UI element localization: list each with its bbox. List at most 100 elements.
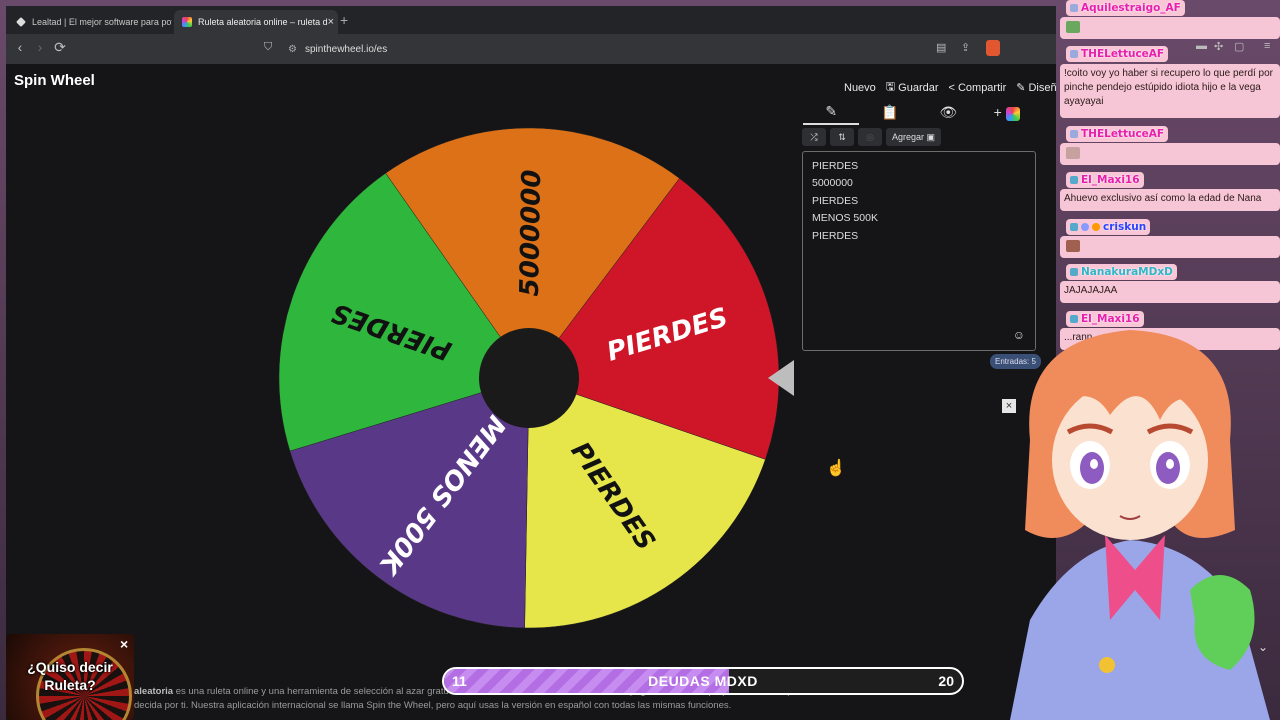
chat-user-name: THELettuceAF	[1081, 48, 1165, 60]
close-tab-icon[interactable]: ×	[328, 16, 334, 28]
stream-chat: Aquilestraigo_AF THELettuceAF !coito voy…	[1058, 0, 1280, 360]
chevron-down-icon[interactable]: ⌄	[1258, 640, 1268, 654]
brave-shields-icon[interactable]	[986, 40, 1000, 56]
pencil-icon: ✎	[1016, 82, 1026, 94]
emote-icon	[1066, 21, 1080, 33]
bookmark-icon[interactable]: ⛉	[264, 41, 272, 54]
chat-username: El_Maxi16	[1066, 172, 1144, 188]
tab-title: Lealtad | El mejor software para pote	[32, 17, 172, 27]
results-tab-clipboard-icon[interactable]: 📋	[862, 104, 918, 124]
top-nav: Nuevo 🖫 Guardar < Compartir ✎ Diseñ	[844, 78, 1056, 97]
add-image-button[interactable]: Agregar ▣	[886, 128, 942, 146]
address-bar: ‹ › ⟳ ⛉ ⚙ spinthewheel.io/es ▤ ⇪	[6, 34, 1056, 64]
tab-lealtad[interactable]: Lealtad | El mejor software para pote	[8, 10, 172, 34]
badge-icon	[1070, 223, 1078, 231]
share-icon: <	[948, 81, 955, 94]
badge-icon	[1070, 268, 1078, 276]
chat-message	[1060, 143, 1280, 165]
browser-window: Lealtad | El mejor software para pote Ru…	[6, 6, 1056, 720]
chat-user-name: Aquilestraigo_AF	[1081, 2, 1181, 14]
chat-username: Aquilestraigo_AF	[1066, 0, 1185, 16]
reader-mode-icon[interactable]: ▤	[936, 41, 946, 54]
reload-icon[interactable]: ⟳	[50, 39, 70, 56]
promo-line1: ¿Quiso decir	[27, 659, 113, 675]
new-tab-button[interactable]: +	[340, 12, 348, 28]
chat-username: NanakuraMDxD	[1066, 264, 1177, 280]
chat-user-name: criskun	[1103, 221, 1147, 233]
emote-icon	[1066, 147, 1080, 159]
editor-tabs: ✎ 📋 👁 +	[802, 102, 1036, 126]
chat-user-name: NanakuraMDxD	[1081, 266, 1173, 278]
wheel-hub[interactable]	[479, 328, 579, 428]
spinwheel-page: Spin Wheel Nuevo 🖫 Guardar < Compartir ✎ Di…	[6, 64, 1056, 720]
chat-message: Ahuevo exclusivo así como la edad de Nan…	[1060, 189, 1280, 211]
chat-username: criskun	[1066, 219, 1151, 235]
badge-icon	[1081, 223, 1089, 231]
chat-message	[1060, 236, 1280, 258]
badge-icon	[1092, 223, 1100, 231]
site-logo[interactable]: Spin Wheel	[14, 72, 95, 89]
sort-icon[interactable]: ⇅	[830, 128, 854, 146]
badge-icon	[1070, 4, 1078, 12]
nav-save-button[interactable]: 🖫 Guardar	[886, 78, 939, 97]
site-info-icon[interactable]: ⚙	[288, 44, 297, 55]
close-promo-icon[interactable]: ×	[120, 636, 128, 652]
nav-label: Compartir	[957, 81, 1007, 94]
image-icon: ▣	[926, 131, 936, 142]
chat-user-name: THELettuceAF	[1081, 128, 1165, 140]
entry-line: PIERDES	[812, 194, 859, 207]
chat-username: THELettuceAF	[1066, 126, 1169, 142]
entry-line: PIERDES	[812, 229, 859, 242]
nav-label: Guardar	[898, 81, 939, 94]
color-wheel-icon	[1005, 106, 1020, 121]
tab-title: Ruleta aleatoria online – ruleta d	[198, 17, 328, 27]
entry-line: PIERDES	[812, 160, 859, 172]
shuffle-icon[interactable]: ⤮	[802, 128, 826, 146]
lealtad-favicon-icon	[16, 17, 26, 27]
back-icon[interactable]: ‹	[10, 39, 30, 55]
chat-user-name: El_Maxi16	[1081, 174, 1140, 186]
chat-username: THELettuceAF	[1066, 46, 1169, 62]
tab-spinthewheel[interactable]: Ruleta aleatoria online – ruleta d ×	[174, 10, 338, 34]
debt-title: DEUDAS MDXD	[648, 673, 758, 689]
share-icon[interactable]: ⇪	[961, 41, 970, 54]
target-icon[interactable]: ◎	[858, 128, 882, 146]
debt-goal: 20	[938, 673, 954, 689]
badge-icon	[1070, 176, 1078, 184]
add-image-label: Agregar	[892, 132, 925, 142]
promo-text: ¿Quiso decir Ruleta?	[6, 658, 134, 694]
entry-line: 5000000	[812, 177, 853, 190]
roulette-promo[interactable]: ¿Quiso decir Ruleta?	[6, 634, 134, 720]
nav-design-button[interactable]: ✎ Diseñ	[1016, 78, 1056, 97]
debt-progress-bar: 11 DEUDAS MDXD 20	[442, 667, 964, 695]
chat-message	[1060, 17, 1280, 39]
forward-icon[interactable]: ›	[30, 39, 50, 55]
spin-wheel[interactable]: 5000000PIERDESPIERDESMENOS 500KPIERDES	[274, 116, 784, 636]
save-icon: 🖫	[885, 81, 896, 93]
chat-message: !coito voy yo haber si recupero lo que p…	[1060, 64, 1280, 118]
nav-label: Nuevo	[844, 81, 876, 94]
mouse-cursor-icon: ☝	[826, 460, 846, 477]
url-text: spinthewheel.io/es	[304, 43, 388, 55]
edit-tab-pencil-icon[interactable]: ✎	[803, 103, 860, 125]
emote-icon	[1066, 240, 1080, 252]
entries-toolbar: ⤮ ⇅ ◎ Agregar ▣	[802, 128, 942, 146]
url-field[interactable]: ⚙ spinthewheel.io/es	[288, 38, 1018, 60]
entry-line: MENOS 500K	[812, 212, 878, 225]
nav-new-button[interactable]: Nuevo	[844, 78, 876, 97]
badge-icon	[1070, 50, 1078, 58]
wheel-segment-label: 5000000	[515, 169, 547, 296]
wheel-pointer-icon	[768, 360, 794, 396]
vtuber-avatar	[1010, 330, 1270, 720]
add-wheel-plus-icon[interactable]: +	[979, 104, 1035, 123]
nav-share-button[interactable]: < Compartir	[949, 78, 1007, 97]
promo-line2: Ruleta?	[44, 677, 96, 693]
spinwheel-favicon-icon	[182, 17, 192, 27]
desc-line2: decida por ti. Nuestra aplicación intern…	[134, 700, 732, 711]
hide-tab-eye-icon[interactable]: 👁	[920, 104, 976, 124]
tab-bar: Lealtad | El mejor software para pote Ru…	[6, 6, 1056, 34]
chat-message: JAJAJAJAA	[1060, 281, 1280, 303]
desc-bold: aleatoria	[134, 686, 174, 697]
badge-icon	[1070, 130, 1078, 138]
desc-line1: es una ruleta online y una herramienta d…	[173, 686, 449, 697]
